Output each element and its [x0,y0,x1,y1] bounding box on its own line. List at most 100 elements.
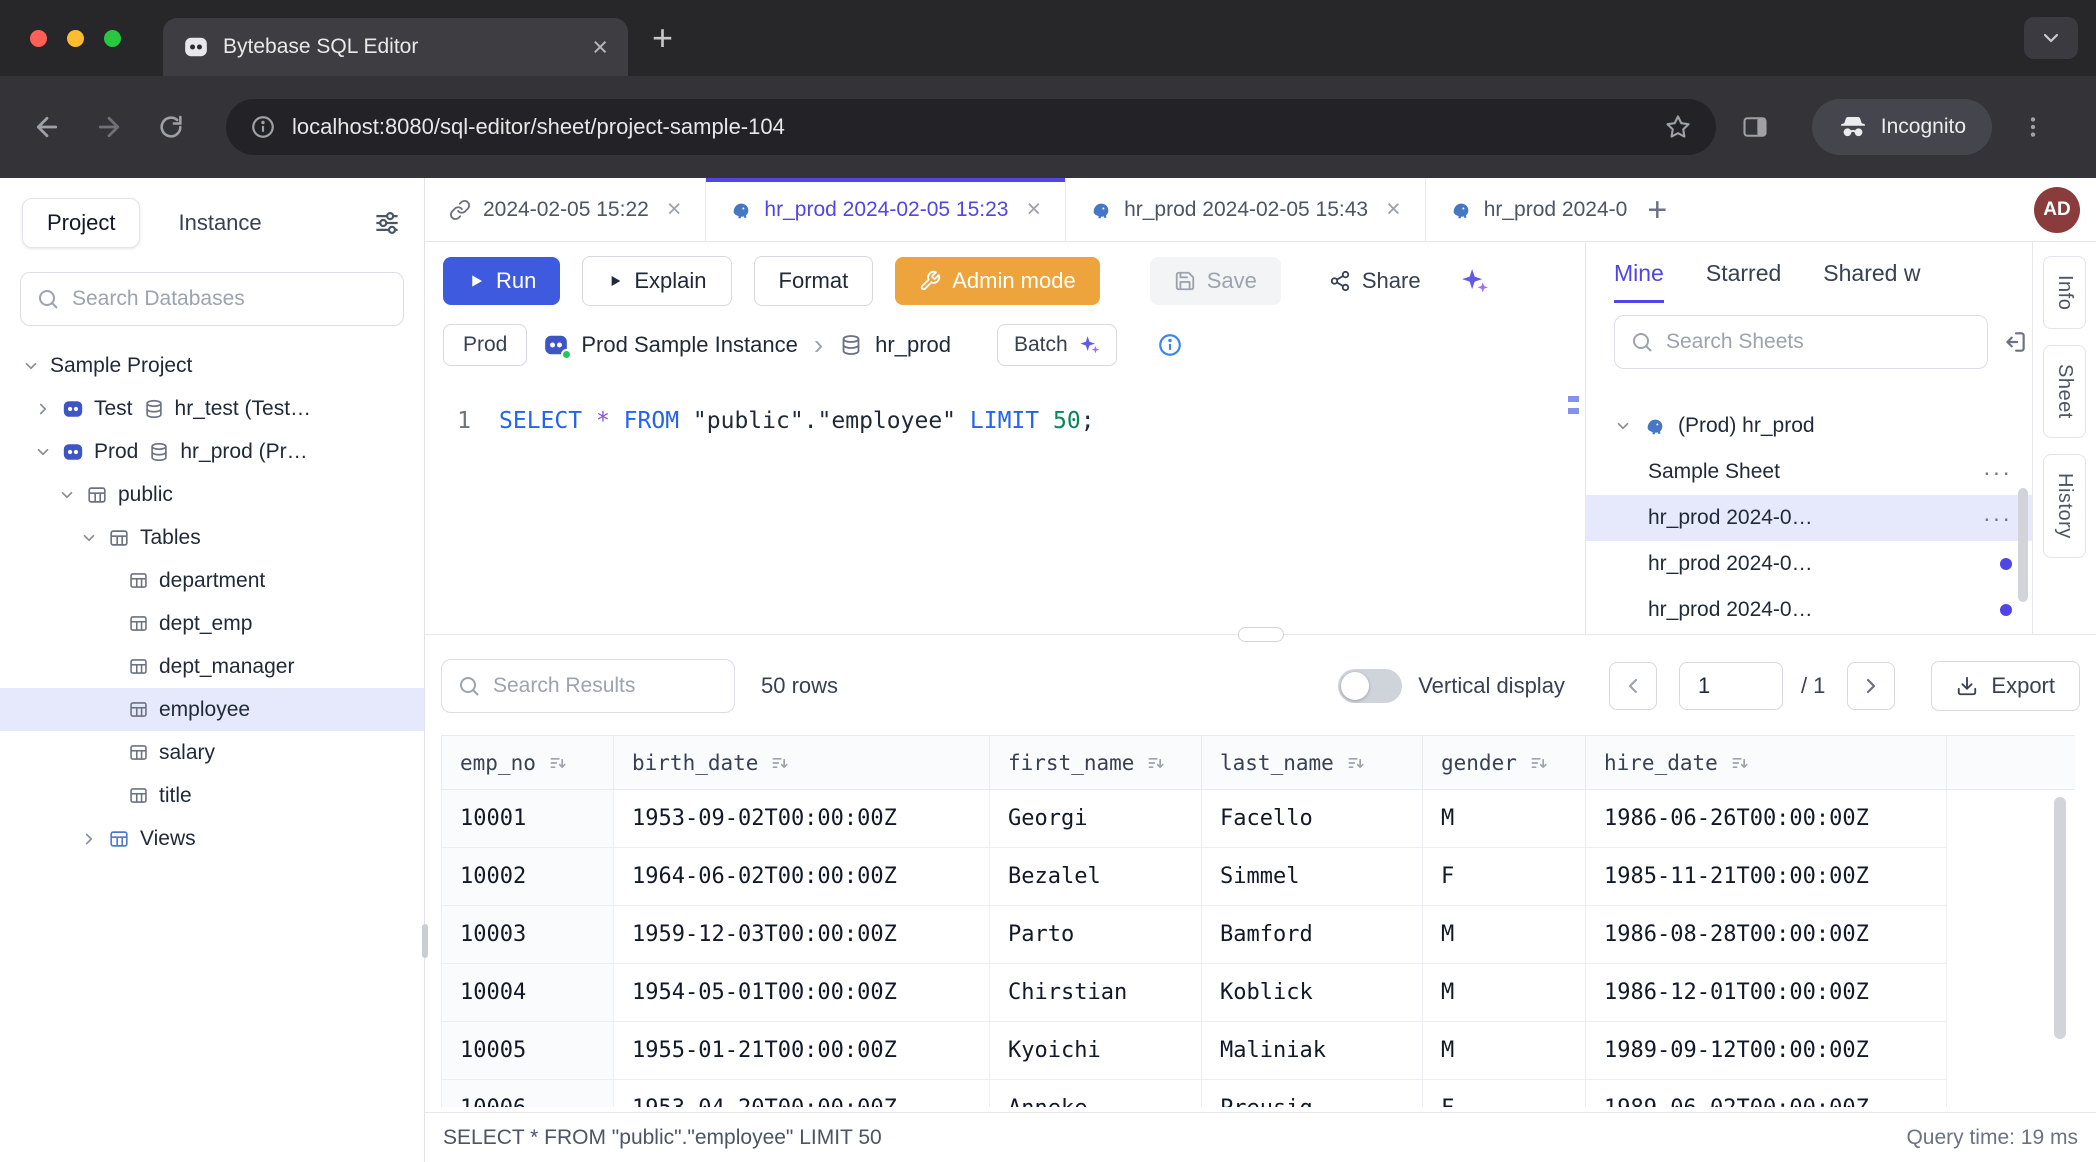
sheet-item[interactable]: hr_prod 2024-0… [1586,541,2032,587]
cell-last-name[interactable]: Koblick [1202,964,1423,1022]
cell-birth-date[interactable]: 1954-05-01T00:00:00Z [614,964,990,1022]
cell-hire-date[interactable]: 1986-12-01T00:00:00Z [1586,964,1947,1022]
editor-tab-1[interactable]: 2024-02-05 15:22 × [425,178,706,241]
cell-first-name[interactable]: Kyoichi [990,1022,1202,1080]
tab-mine[interactable]: Mine [1614,260,1664,303]
cell-emp-no[interactable]: 10003 [442,906,614,964]
next-page-button[interactable] [1847,662,1895,710]
tree-item-table-salary[interactable]: salary [0,731,424,774]
column-header-hire-date[interactable]: hire_date [1586,736,1947,790]
tree-item-table-dept-emp[interactable]: dept_emp [0,602,424,645]
browser-menu-button[interactable] [2010,104,2056,150]
editor-tab-2-active[interactable]: hr_prod 2024-02-05 15:23 × [706,178,1066,241]
sheet-item-selected[interactable]: hr_prod 2024-0… ··· [1586,495,2032,541]
more-menu-icon[interactable]: ··· [1983,459,2012,486]
back-button[interactable] [24,104,70,150]
site-info-icon[interactable] [250,114,276,140]
search-sheets-input[interactable] [1666,330,1972,354]
editor-tab-4[interactable]: hr_prod 2024-0 [1426,178,1628,241]
address-bar[interactable]: localhost:8080/sql-editor/sheet/project-… [226,99,1716,155]
minimize-window-button[interactable] [67,30,84,47]
cell-emp-no[interactable]: 10006 [442,1080,614,1108]
close-window-button[interactable] [30,30,47,47]
column-header-gender[interactable]: gender [1423,736,1586,790]
cell-first-name[interactable]: Chirstian [990,964,1202,1022]
chevron-down-icon[interactable] [80,529,98,547]
explain-button[interactable]: Explain [582,256,731,306]
search-results-input[interactable] [493,674,719,698]
export-button[interactable]: Export [1931,661,2080,711]
sheet-group-row[interactable]: (Prod) hr_prod [1586,403,2032,449]
import-sheet-icon[interactable] [2002,329,2028,355]
more-menu-icon[interactable]: ··· [1983,505,2012,532]
prev-page-button[interactable] [1609,662,1657,710]
new-tab-button[interactable]: + [652,20,673,56]
tree-item-table-dept-manager[interactable]: dept_manager [0,645,424,688]
maximize-window-button[interactable] [104,30,121,47]
tree-item-table-employee[interactable]: employee [0,688,424,731]
batch-button[interactable]: Batch [997,324,1117,366]
sheet-item[interactable]: Sample Sheet ··· [1586,449,2032,495]
cell-emp-no[interactable]: 10002 [442,848,614,906]
format-button[interactable]: Format [754,256,874,306]
tree-item-project[interactable]: Sample Project [0,344,424,387]
column-header-last-name[interactable]: last_name [1202,736,1423,790]
tree-item-env-prod[interactable]: Prod hr_prod (Pr… [0,430,424,473]
side-panel-button[interactable] [1732,104,1778,150]
sql-editor[interactable]: 1 SELECT * FROM "public"."employee" LIMI… [425,382,1585,634]
tree-item-table-title[interactable]: title [0,774,424,817]
cell-birth-date[interactable]: 1955-01-21T00:00:00Z [614,1022,990,1080]
cell-last-name[interactable]: Preusig [1202,1080,1423,1108]
filter-settings-icon[interactable] [372,208,402,238]
database-search-box[interactable] [20,272,404,326]
tree-item-table-department[interactable]: department [0,559,424,602]
close-tab-icon[interactable]: × [1026,197,1041,222]
tab-project[interactable]: Project [22,198,140,248]
cell-gender[interactable]: F [1423,848,1586,906]
instance-crumb[interactable]: Prod Sample Instance [543,332,797,358]
ai-assistant-button[interactable] [1453,260,1495,302]
cell-last-name[interactable]: Maliniak [1202,1022,1423,1080]
vertical-display-toggle[interactable] [1338,669,1402,703]
cell-hire-date[interactable]: 1989-09-12T00:00:00Z [1586,1022,1947,1080]
tab-starred[interactable]: Starred [1706,260,1781,303]
chevron-down-icon[interactable] [22,357,40,375]
chevron-right-icon[interactable] [34,400,52,418]
cell-birth-date[interactable]: 1964-06-02T00:00:00Z [614,848,990,906]
tree-item-tables-group[interactable]: Tables [0,516,424,559]
info-icon[interactable] [1157,332,1183,358]
close-tab-icon[interactable]: × [592,34,608,61]
tab-search-button[interactable] [2024,17,2078,59]
user-avatar[interactable]: AD [2034,187,2080,233]
editor-tab-3[interactable]: hr_prod 2024-02-05 15:43 × [1066,178,1426,241]
tree-item-views-group[interactable]: Views [0,817,424,860]
cell-emp-no[interactable]: 10004 [442,964,614,1022]
results-search-box[interactable] [441,659,735,713]
forward-button[interactable] [86,104,132,150]
tree-item-schema-public[interactable]: public [0,473,424,516]
page-number-input[interactable] [1679,662,1783,710]
results-scrollbar[interactable] [2054,797,2066,1039]
browser-tab[interactable]: Bytebase SQL Editor × [163,18,628,76]
cell-hire-date[interactable]: 1985-11-21T00:00:00Z [1586,848,1947,906]
tab-history[interactable]: History [2043,454,2086,558]
cell-hire-date[interactable]: 1986-08-28T00:00:00Z [1586,906,1947,964]
tab-instance[interactable]: Instance [178,210,261,236]
cell-gender[interactable]: F [1423,1080,1586,1108]
cell-last-name[interactable]: Bamford [1202,906,1423,964]
column-header-emp-no[interactable]: emp_no [442,736,614,790]
results-resize-handle[interactable] [1238,627,1284,642]
chevron-down-icon[interactable] [1614,417,1632,435]
search-databases-input[interactable] [72,287,388,311]
new-sheet-tab-button[interactable]: + [1647,193,1667,227]
cell-emp-no[interactable]: 10005 [442,1022,614,1080]
share-button[interactable]: Share [1319,257,1431,305]
close-tab-icon[interactable]: × [667,197,682,222]
sheets-scrollbar[interactable] [2018,488,2028,602]
reload-button[interactable] [148,104,194,150]
cell-first-name[interactable]: Parto [990,906,1202,964]
chevron-down-icon[interactable] [58,486,76,504]
cell-first-name[interactable]: Anneke [990,1080,1202,1108]
tree-item-env-test[interactable]: Test hr_test (Test… [0,387,424,430]
cell-hire-date[interactable]: 1986-06-26T00:00:00Z [1586,790,1947,848]
